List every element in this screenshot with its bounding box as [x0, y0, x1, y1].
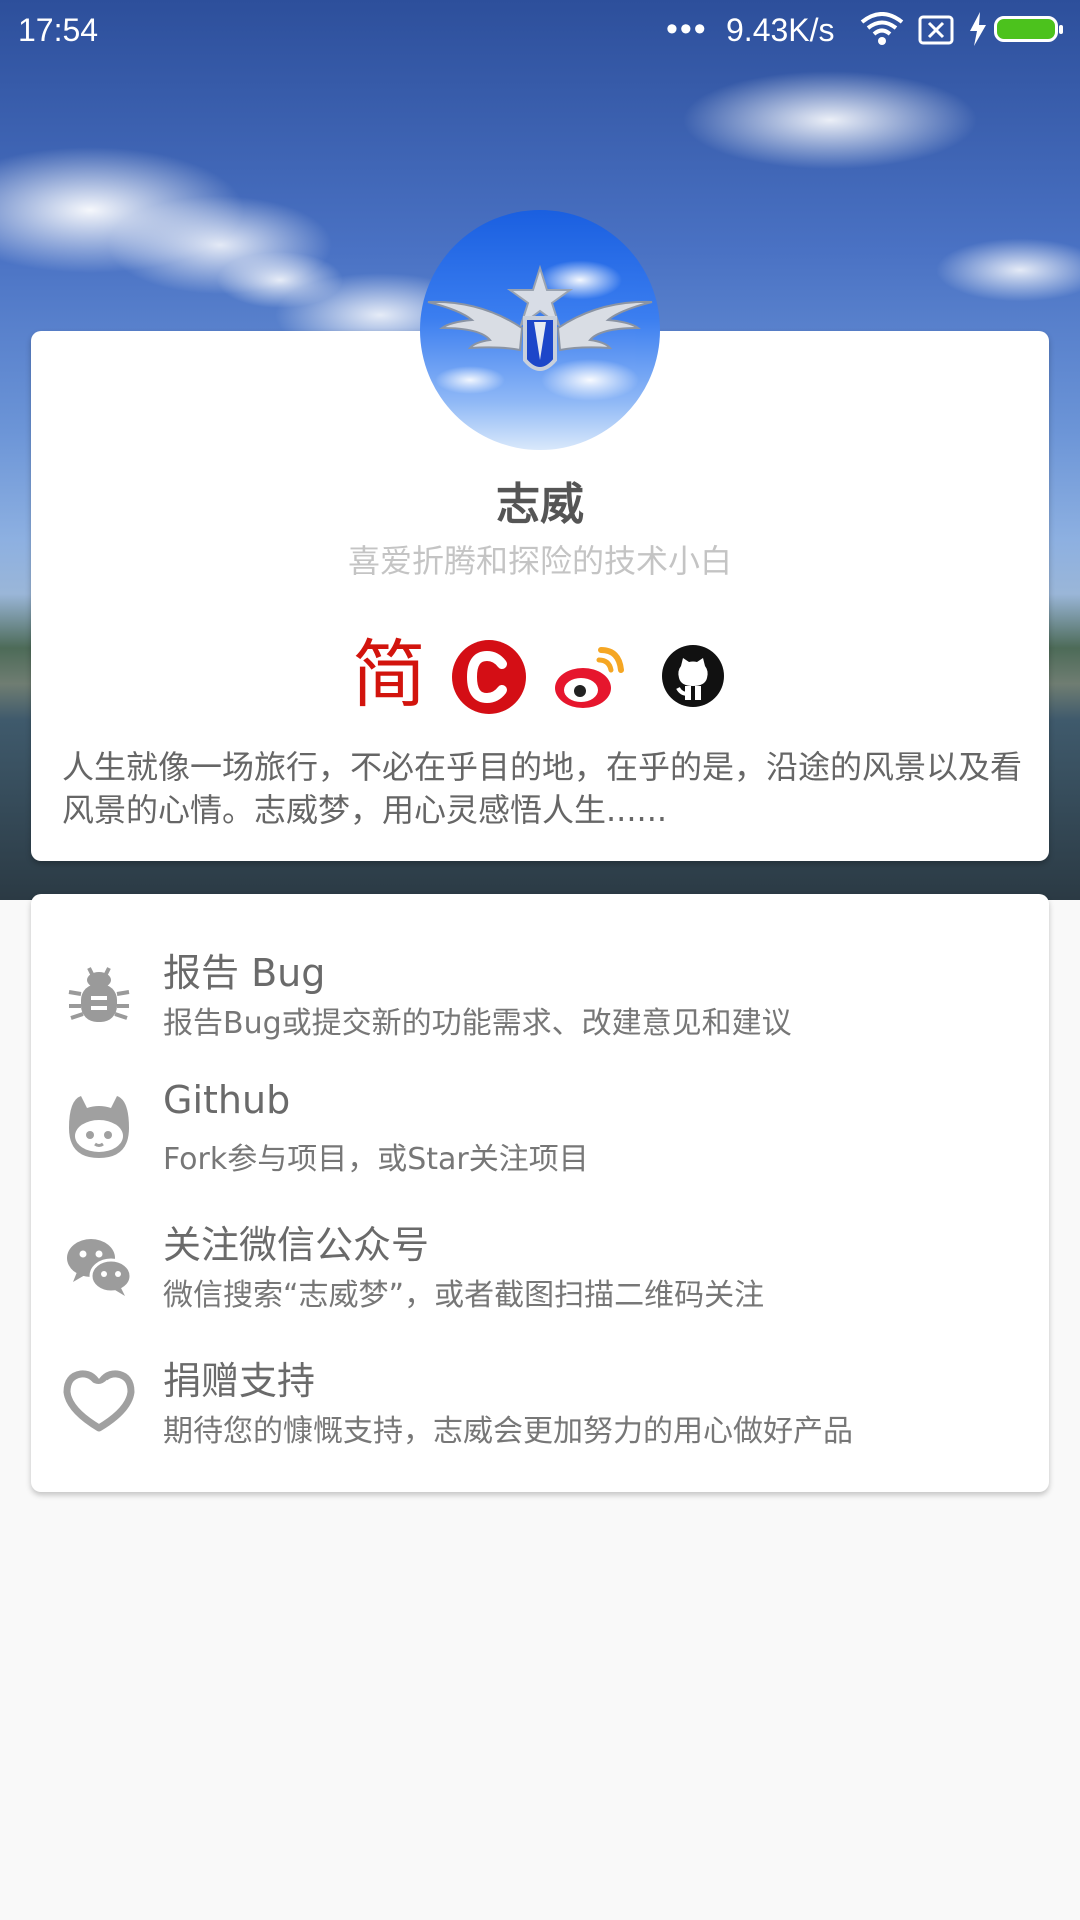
avatar[interactable]	[420, 210, 660, 450]
air-force-emblem-icon	[427, 264, 653, 371]
menu-item-title: Github	[163, 1078, 291, 1122]
weibo-icon[interactable]	[551, 636, 631, 716]
status-bar: 17:54 ••• 9.43K/s	[0, 0, 1080, 64]
menu-item-title: 关注微信公众号	[163, 1223, 430, 1267]
no-sim-icon	[918, 15, 954, 53]
charging-icon	[968, 12, 988, 54]
menu-item-github[interactable]: Github Fork参与项目，或Star关注项目	[31, 1060, 1049, 1196]
heart-icon	[59, 1360, 139, 1440]
battery-icon	[994, 16, 1063, 42]
profile-description: 人生就像一场旅行，不必在乎目的地，在乎的是，沿途的风景以及看风景的心情。志威梦，…	[62, 748, 1023, 829]
menu-item-title: 报告 Bug	[163, 951, 326, 995]
more-notifications-icon: •••	[666, 10, 708, 48]
wechat-icon	[59, 1224, 139, 1304]
menu-item-subtitle: 期待您的慷慨支持，志威会更加努力的用心做好产品	[163, 1414, 853, 1449]
menu-item-title: 捐赠支持	[163, 1359, 316, 1403]
jianshu-icon[interactable]: 简	[352, 636, 426, 716]
profile-motto: 喜爱折腾和探险的技术小白	[347, 542, 732, 580]
status-time: 17:54	[18, 12, 99, 48]
wifi-icon	[860, 12, 904, 54]
profile-name: 志威	[496, 479, 584, 530]
network-speed: 9.43K/s	[726, 12, 835, 48]
menu-item-report-bug[interactable]: 报告 Bug 报告Bug或提交新的功能需求、改建意见和建议	[31, 924, 1049, 1060]
github-cat-icon	[59, 1088, 139, 1168]
menu-item-donate[interactable]: 捐赠支持 期待您的慷慨支持，志威会更加努力的用心做好产品	[31, 1332, 1049, 1468]
menu-item-subtitle: 报告Bug或提交新的功能需求、改建意见和建议	[163, 1006, 792, 1041]
menu-card: 报告 Bug 报告Bug或提交新的功能需求、改建意见和建议 Github For…	[31, 894, 1049, 1492]
github-icon[interactable]	[661, 644, 725, 708]
csdn-icon[interactable]	[452, 640, 526, 714]
bug-icon	[59, 952, 139, 1032]
menu-item-subtitle: Fork参与项目，或Star关注项目	[163, 1142, 589, 1177]
menu-item-subtitle: 微信搜索“志威梦”，或者截图扫描二维码关注	[163, 1278, 765, 1313]
menu-item-wechat[interactable]: 关注微信公众号 微信搜索“志威梦”，或者截图扫描二维码关注	[31, 1196, 1049, 1332]
